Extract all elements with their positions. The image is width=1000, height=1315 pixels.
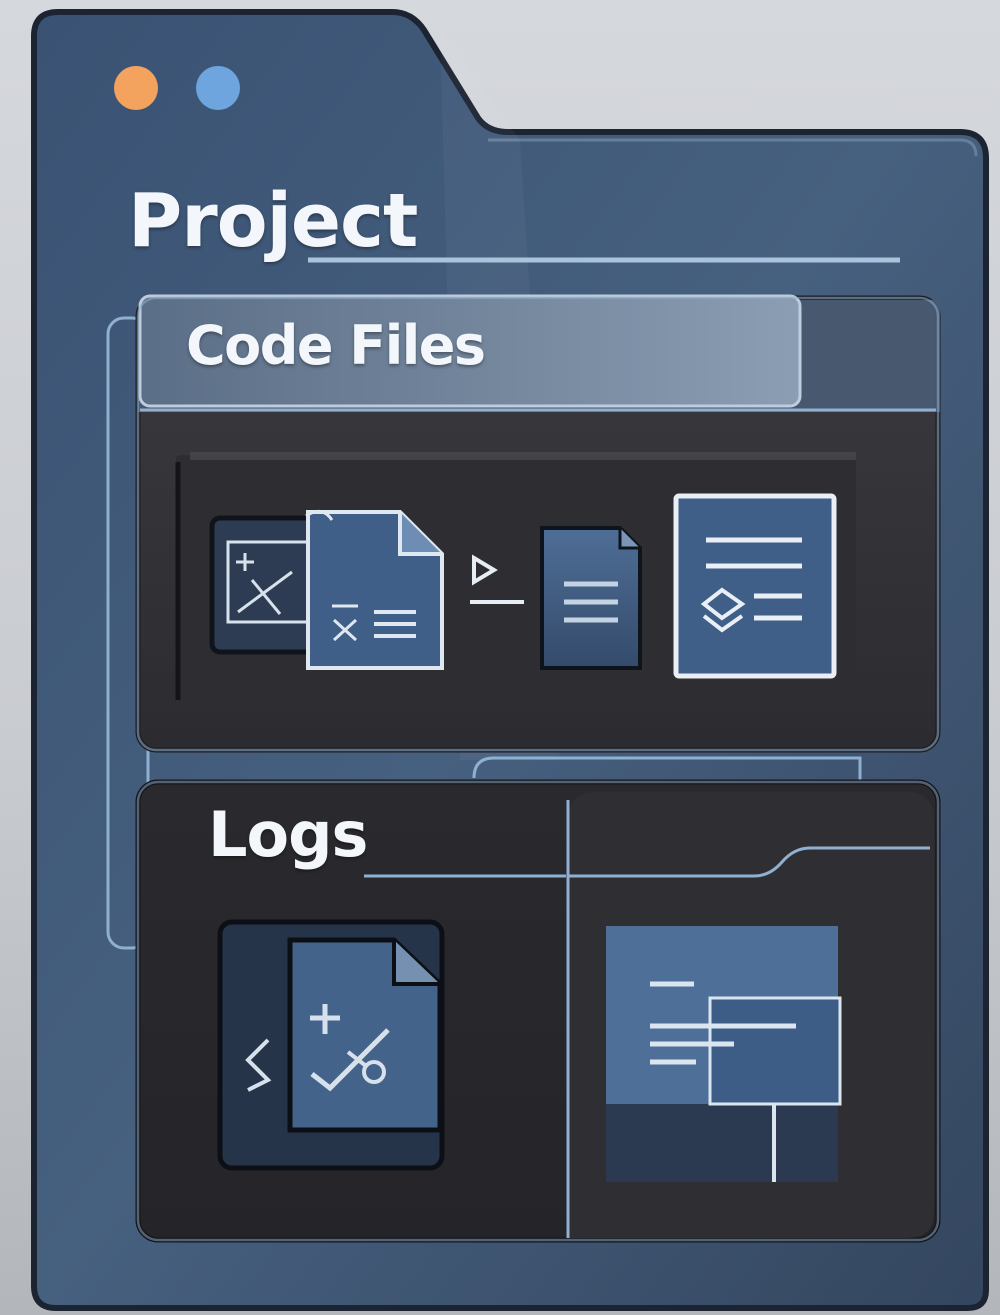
log-window-button[interactable] <box>602 922 842 1186</box>
terminal-button[interactable] <box>464 548 530 610</box>
log-file-button[interactable] <box>216 918 446 1172</box>
section-title-logs[interactable]: Logs <box>208 798 368 871</box>
layered-document-button[interactable] <box>672 492 838 680</box>
text-document-button[interactable] <box>538 524 644 672</box>
code-files-file-icon-button[interactable] <box>210 505 445 673</box>
window-orange-dot[interactable] <box>114 66 158 110</box>
page-title: Project <box>128 178 418 264</box>
section-title-code-files[interactable]: Code Files <box>186 314 486 377</box>
window-blue-dot[interactable] <box>196 66 240 110</box>
